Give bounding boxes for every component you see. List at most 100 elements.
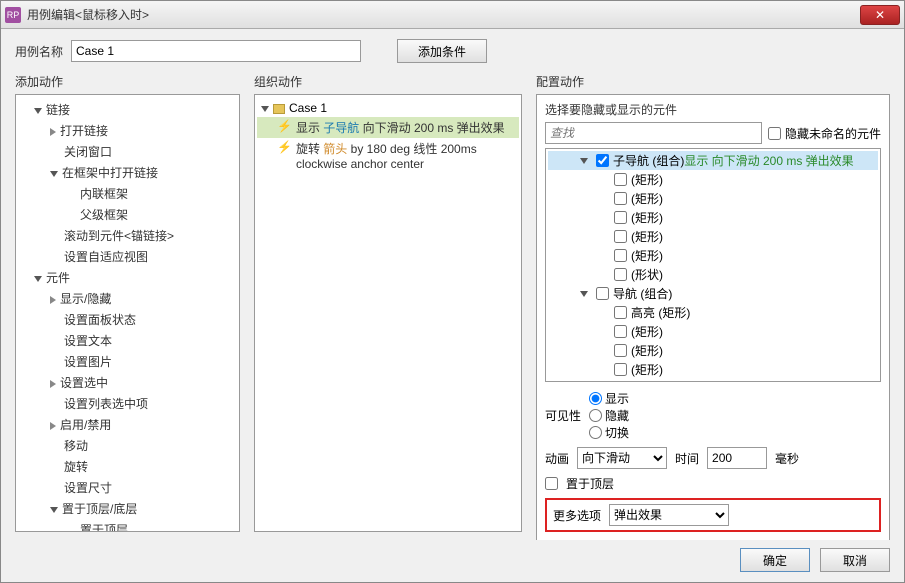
tree-item-label: 置于顶层/底层 bbox=[62, 502, 137, 516]
widget-checkbox[interactable] bbox=[614, 173, 627, 186]
tree-item-label: 设置文本 bbox=[64, 334, 112, 348]
case-label: Case 1 bbox=[289, 101, 327, 115]
widget-checkbox[interactable] bbox=[614, 268, 627, 281]
expander-icon[interactable] bbox=[50, 380, 56, 388]
widget-checkbox[interactable] bbox=[614, 249, 627, 262]
hide-unnamed-label: 隐藏未命名的元件 bbox=[785, 125, 881, 142]
visibility-option[interactable]: 显示 bbox=[589, 390, 629, 407]
tree-item[interactable]: 设置尺寸 bbox=[18, 477, 237, 498]
widget-checkbox[interactable] bbox=[614, 325, 627, 338]
widget-row[interactable]: (矩形) bbox=[548, 227, 878, 246]
tree-item[interactable]: 启用/禁用 bbox=[18, 414, 237, 435]
expander-icon[interactable] bbox=[50, 128, 56, 136]
widget-row[interactable]: (矩形) bbox=[548, 170, 878, 189]
animation-row: 动画 向下滑动 时间 毫秒 bbox=[545, 447, 881, 469]
widget-list[interactable]: 子导航 (组合) 显示 向下滑动 200 ms 弹出效果(矩形)(矩形)(矩形)… bbox=[545, 148, 881, 382]
expander-icon[interactable] bbox=[34, 276, 42, 282]
widget-name: 高亮 (矩形) bbox=[631, 304, 690, 321]
expander-icon[interactable] bbox=[50, 171, 58, 177]
tree-item[interactable]: 置于顶层 bbox=[18, 519, 237, 532]
widget-checkbox[interactable] bbox=[614, 230, 627, 243]
widget-row[interactable]: 导航 (组合) bbox=[548, 284, 878, 303]
expander-icon[interactable] bbox=[50, 422, 56, 430]
widget-row[interactable]: (形状) bbox=[548, 265, 878, 284]
case-row[interactable]: Case 1 bbox=[257, 99, 519, 117]
visibility-option[interactable]: 隐藏 bbox=[589, 407, 629, 424]
widget-row[interactable]: (矩形) bbox=[548, 341, 878, 360]
widget-row[interactable]: (矩形) bbox=[548, 208, 878, 227]
animation-select[interactable]: 向下滑动 bbox=[577, 447, 667, 469]
tree-item[interactable]: 设置图片 bbox=[18, 351, 237, 372]
tree-item-label: 设置图片 bbox=[64, 355, 112, 369]
widget-row[interactable]: (矩形) bbox=[548, 189, 878, 208]
widget-extra: 显示 向下滑动 200 ms 弹出效果 bbox=[684, 152, 853, 169]
tree-item[interactable]: 内联框架 bbox=[18, 183, 237, 204]
tree-item[interactable]: 设置自适应视图 bbox=[18, 246, 237, 267]
cancel-button[interactable]: 取消 bbox=[820, 548, 890, 572]
tree-item[interactable]: 设置选中 bbox=[18, 372, 237, 393]
more-options-select[interactable]: 弹出效果 bbox=[609, 504, 729, 526]
close-button[interactable]: ✕ bbox=[860, 5, 900, 25]
hide-unnamed-checkbox[interactable] bbox=[768, 127, 781, 140]
expander-icon[interactable] bbox=[580, 291, 588, 297]
expander-icon[interactable] bbox=[50, 507, 58, 513]
tree-item-label: 移动 bbox=[64, 439, 88, 453]
widget-row[interactable]: (矩形) bbox=[548, 360, 878, 379]
widget-name: (矩形) bbox=[631, 247, 663, 264]
expander-icon[interactable] bbox=[34, 108, 42, 114]
tree-item[interactable]: 设置列表选中项 bbox=[18, 393, 237, 414]
hide-unnamed-toggle[interactable]: 隐藏未命名的元件 bbox=[768, 125, 881, 142]
visibility-radio[interactable] bbox=[589, 409, 602, 422]
tree-item-label: 设置面板状态 bbox=[64, 313, 136, 327]
widget-checkbox[interactable] bbox=[614, 192, 627, 205]
widget-row[interactable]: 高亮 (矩形) bbox=[548, 303, 878, 322]
widget-checkbox[interactable] bbox=[596, 287, 609, 300]
visibility-option-label: 隐藏 bbox=[605, 407, 629, 424]
tree-item[interactable]: 设置文本 bbox=[18, 330, 237, 351]
widget-row[interactable]: (矩形) bbox=[548, 322, 878, 341]
expander-icon[interactable] bbox=[261, 106, 269, 112]
action-tree[interactable]: 链接打开链接关闭窗口在框架中打开链接内联框架父级框架滚动到元件<锚链接>设置自适… bbox=[15, 94, 240, 532]
bring-front-checkbox[interactable] bbox=[545, 477, 558, 490]
tree-item[interactable]: 打开链接 bbox=[18, 120, 237, 141]
search-input[interactable] bbox=[545, 122, 762, 144]
visibility-option[interactable]: 切换 bbox=[589, 424, 629, 441]
action-row[interactable]: ⚡旋转 箭头 by 180 deg 线性 200ms clockwise anc… bbox=[257, 138, 519, 173]
widget-row[interactable]: 子导航 (组合) 显示 向下滑动 200 ms 弹出效果 bbox=[548, 151, 878, 170]
widget-checkbox[interactable] bbox=[614, 306, 627, 319]
tree-item[interactable]: 链接 bbox=[18, 99, 237, 120]
tree-item-label: 打开链接 bbox=[60, 124, 108, 138]
action-text: 旋转 箭头 by 180 deg 线性 200ms clockwise anch… bbox=[296, 140, 515, 171]
widget-checkbox[interactable] bbox=[614, 211, 627, 224]
tree-item[interactable]: 显示/隐藏 bbox=[18, 288, 237, 309]
tree-item[interactable]: 父级框架 bbox=[18, 204, 237, 225]
tree-item[interactable]: 元件 bbox=[18, 267, 237, 288]
tree-item[interactable]: 在框架中打开链接 bbox=[18, 162, 237, 183]
tree-item-label: 设置选中 bbox=[60, 376, 108, 390]
tree-item[interactable]: 旋转 bbox=[18, 456, 237, 477]
tree-item[interactable]: 滚动到元件<锚链接> bbox=[18, 225, 237, 246]
action-list[interactable]: Case 1 ⚡显示 子导航 向下滑动 200 ms 弹出效果⚡旋转 箭头 by … bbox=[254, 94, 522, 532]
bring-front-row[interactable]: 置于顶层 bbox=[545, 475, 881, 492]
expander-icon[interactable] bbox=[50, 296, 56, 304]
widget-checkbox[interactable] bbox=[614, 344, 627, 357]
widget-row[interactable]: (矩形) bbox=[548, 246, 878, 265]
widget-picker-header: 选择要隐藏或显示的元件 bbox=[545, 101, 881, 118]
visibility-radio[interactable] bbox=[589, 392, 602, 405]
ok-button[interactable]: 确定 bbox=[740, 548, 810, 572]
tree-item[interactable]: 移动 bbox=[18, 435, 237, 456]
more-options-highlight: 更多选项 弹出效果 bbox=[545, 498, 881, 532]
tree-item[interactable]: 关闭窗口 bbox=[18, 141, 237, 162]
visibility-label: 可见性 bbox=[545, 407, 581, 424]
widget-checkbox[interactable] bbox=[596, 154, 609, 167]
time-input[interactable] bbox=[707, 447, 767, 469]
visibility-row: 可见性 显示隐藏切换 bbox=[545, 390, 881, 441]
action-row[interactable]: ⚡显示 子导航 向下滑动 200 ms 弹出效果 bbox=[257, 117, 519, 138]
widget-checkbox[interactable] bbox=[614, 363, 627, 376]
case-name-input[interactable] bbox=[71, 40, 361, 62]
tree-item[interactable]: 置于顶层/底层 bbox=[18, 498, 237, 519]
tree-item[interactable]: 设置面板状态 bbox=[18, 309, 237, 330]
visibility-radio[interactable] bbox=[589, 426, 602, 439]
expander-icon[interactable] bbox=[580, 158, 588, 164]
add-condition-button[interactable]: 添加条件 bbox=[397, 39, 487, 63]
